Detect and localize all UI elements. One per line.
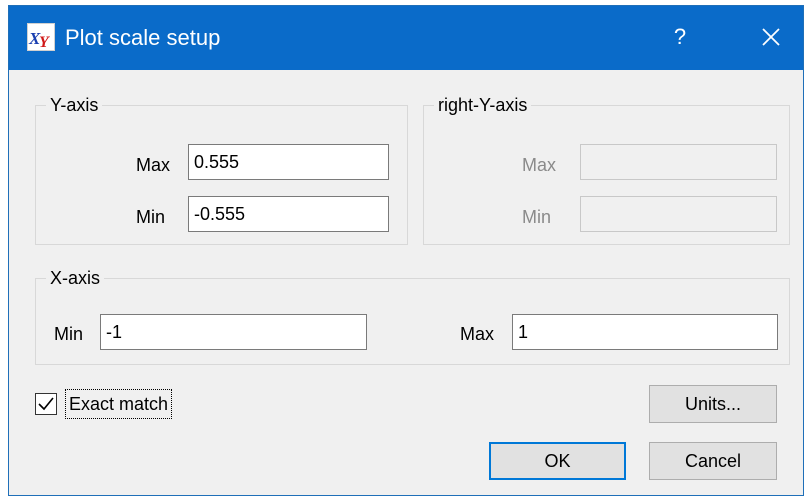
close-icon <box>762 28 780 46</box>
right-y-max-label: Max <box>522 155 557 175</box>
ok-button[interactable]: OK <box>489 442 626 480</box>
x-min-input[interactable] <box>100 314 367 350</box>
close-button[interactable] <box>753 20 789 54</box>
y-axis-group-label: Y-axis <box>46 94 103 116</box>
y-axis-group: Y-axis Max Min <box>35 94 408 245</box>
title-bar[interactable]: X Y Plot scale setup ? <box>9 6 803 70</box>
x-max-label: Max <box>460 324 495 344</box>
xy-plot-icon: X Y <box>27 23 55 51</box>
right-y-axis-group-label: right-Y-axis <box>434 94 532 116</box>
y-min-label: Min <box>136 207 166 227</box>
plot-scale-dialog: X Y Plot scale setup ? Y-axis Max Min ri… <box>8 5 804 496</box>
svg-text:Y: Y <box>39 34 50 50</box>
checkbox-box[interactable] <box>35 393 57 415</box>
x-axis-group-label: X-axis <box>46 267 105 289</box>
right-y-axis-group: right-Y-axis Max Min <box>423 94 790 245</box>
help-button[interactable]: ? <box>665 20 695 54</box>
checkmark-icon <box>38 397 54 411</box>
y-max-input[interactable] <box>188 144 389 180</box>
units-button[interactable]: Units... <box>649 385 777 423</box>
right-y-min-label: Min <box>522 207 552 227</box>
right-y-min-input <box>580 196 777 232</box>
dialog-title: Plot scale setup <box>65 25 221 50</box>
exact-match-label[interactable]: Exact match <box>65 389 173 419</box>
y-max-label: Max <box>136 155 171 175</box>
right-y-max-input <box>580 144 777 180</box>
x-min-label: Min <box>54 324 84 344</box>
cancel-button[interactable]: Cancel <box>649 442 777 480</box>
y-min-input[interactable] <box>188 196 389 232</box>
x-axis-group: X-axis Min Max <box>35 267 790 365</box>
x-max-input[interactable] <box>512 314 778 350</box>
